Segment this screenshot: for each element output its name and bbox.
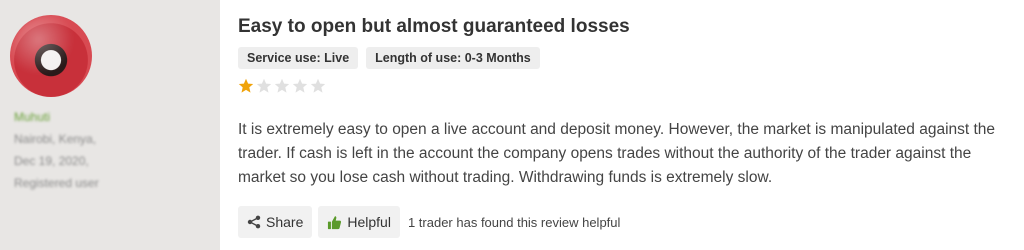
share-button[interactable]: Share (238, 206, 313, 238)
review-badges: Service use: Live Length of use: 0-3 Mon… (238, 47, 540, 69)
review-card: Muhuti Nairobi, Kenya, Dec 19, 2020, Reg… (0, 0, 1024, 250)
author-status: Registered user (14, 176, 99, 190)
thumbs-up-icon (328, 215, 342, 229)
author-name[interactable]: Muhuti (14, 106, 214, 128)
star-empty-icon (292, 78, 308, 93)
helpful-count: 1 trader has found this review helpful (407, 214, 621, 230)
star-empty-icon (310, 78, 326, 93)
star-rating (238, 78, 326, 94)
author-location: Nairobi, Kenya, (14, 132, 97, 146)
review-content: Easy to open but almost guaranteed losse… (238, 0, 1008, 250)
star-empty-icon (256, 78, 272, 93)
service-use-badge: Service use: Live (238, 47, 359, 69)
length-of-use-badge: Length of use: 0-3 Months (366, 47, 540, 69)
star-empty-icon (274, 78, 290, 93)
author-meta: Muhuti Nairobi, Kenya, Dec 19, 2020, Reg… (14, 106, 214, 194)
helpful-label: Helpful (347, 214, 391, 230)
star-filled-icon (238, 78, 254, 93)
author-panel: Muhuti Nairobi, Kenya, Dec 19, 2020, Reg… (0, 0, 220, 250)
review-title: Easy to open but almost guaranteed losse… (238, 16, 630, 37)
helpful-button[interactable]: Helpful (318, 206, 400, 238)
avatar[interactable] (10, 15, 92, 97)
share-icon (247, 215, 261, 229)
review-actions: Share Helpful 1 trader has found this re… (238, 206, 620, 238)
share-label: Share (266, 214, 304, 230)
review-date: Dec 19, 2020, (14, 154, 89, 168)
review-body: It is extremely easy to open a live acco… (238, 121, 996, 186)
